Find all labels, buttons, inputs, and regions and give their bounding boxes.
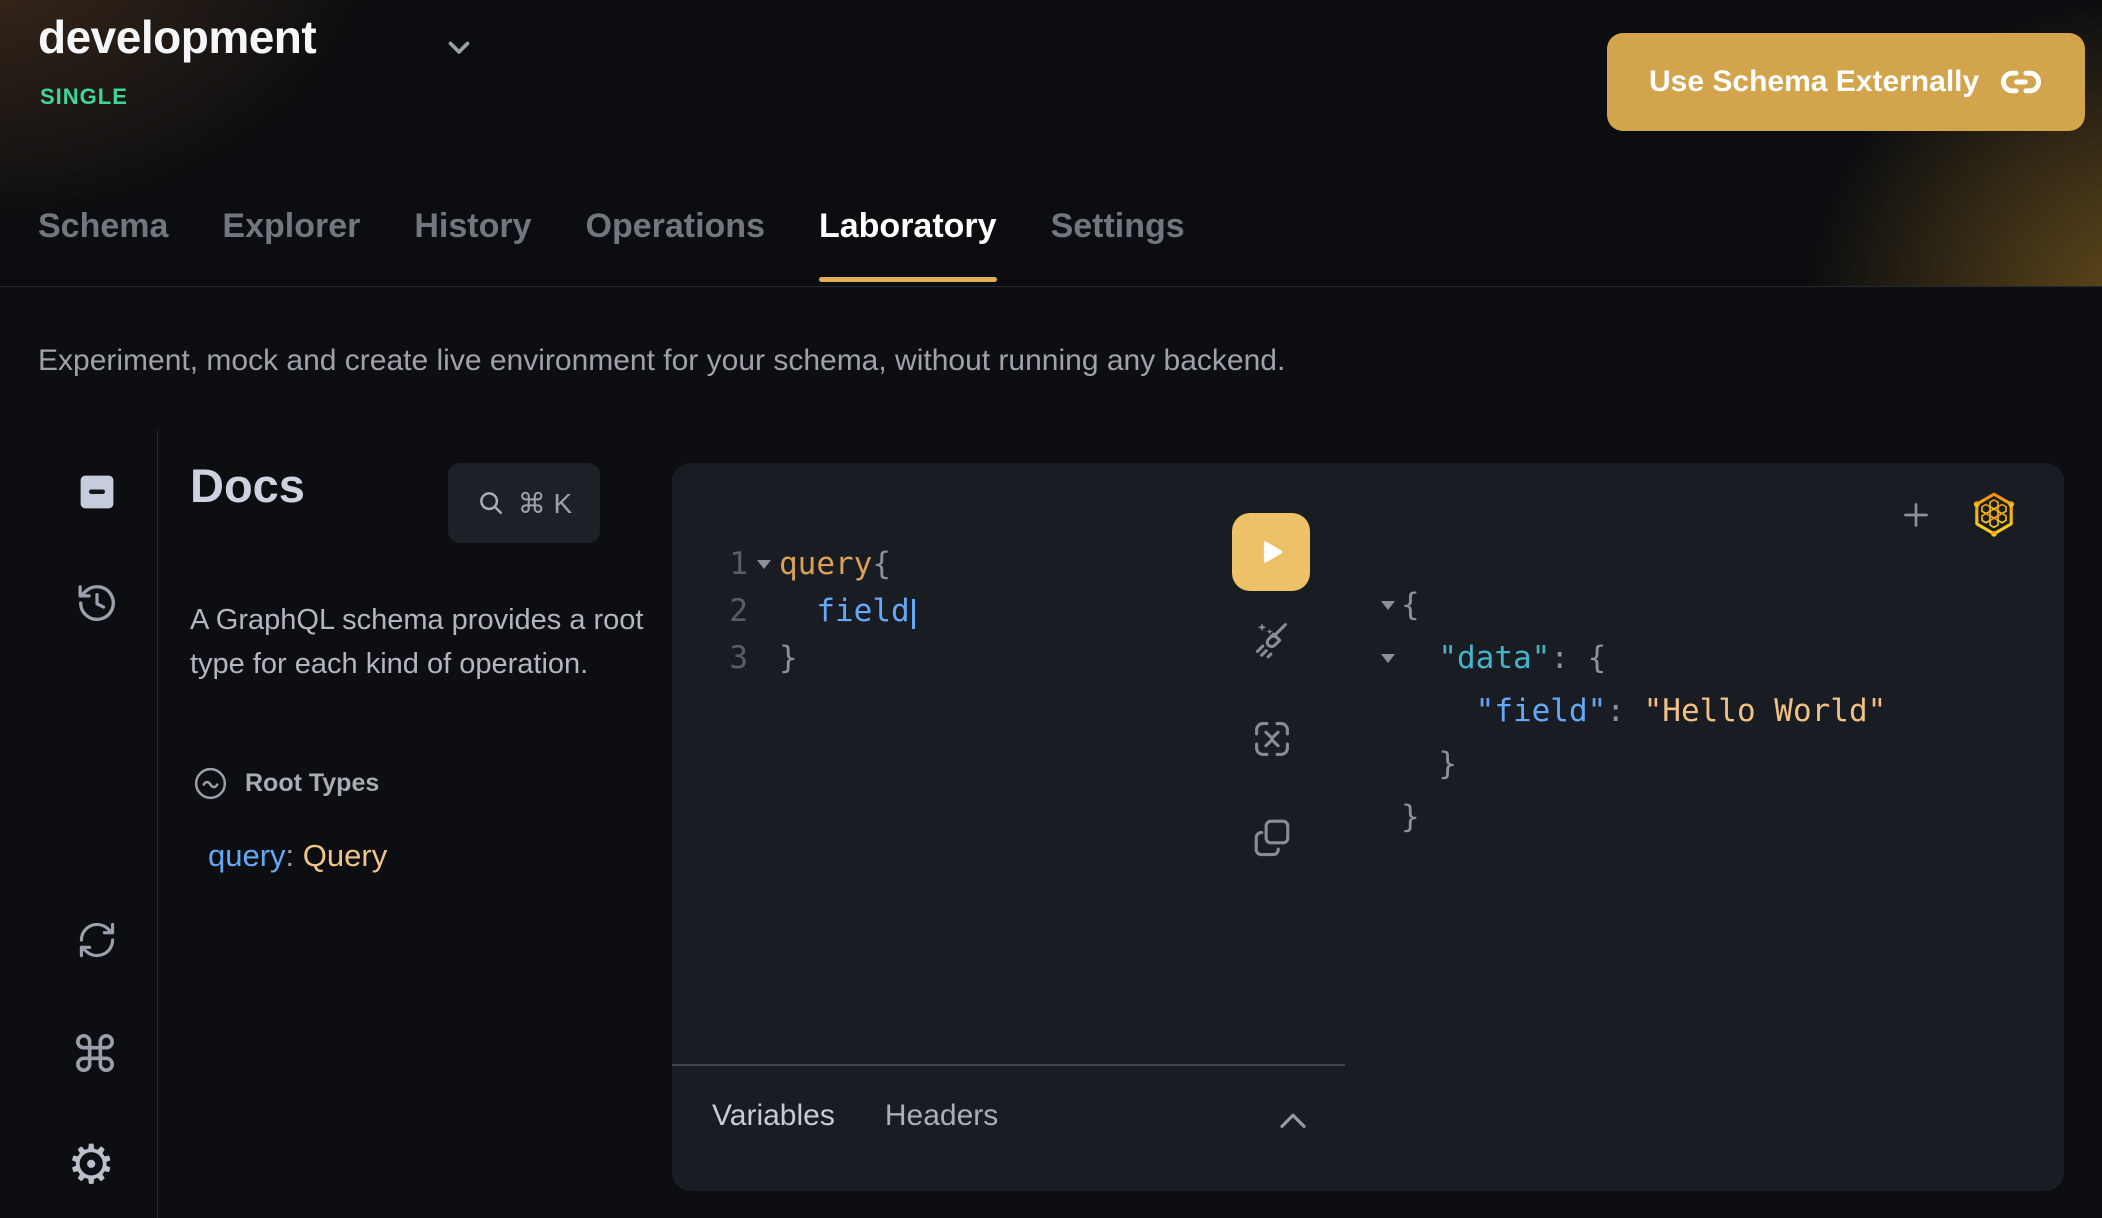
sidebar-divider	[157, 430, 158, 1218]
fold-column	[748, 635, 779, 682]
root-types-icon	[192, 765, 229, 802]
code-text: }	[779, 635, 798, 682]
code-token: {	[1588, 640, 1607, 676]
code-text: "field": "Hello World"	[1401, 685, 1886, 738]
code-token: }	[779, 640, 798, 676]
code-line: }	[1375, 791, 1886, 844]
fold-column	[748, 541, 779, 588]
code-text: {	[1401, 579, 1420, 632]
status-badge: SINGLE	[40, 84, 128, 110]
tab-label: Laboratory	[819, 207, 997, 246]
root-field-type: Query	[303, 838, 387, 873]
page-header: development SINGLE Use Schema Externally…	[0, 0, 2102, 287]
chevron-up-icon[interactable]	[1274, 1105, 1312, 1135]
use-schema-externally-label: Use Schema Externally	[1649, 65, 1979, 99]
line-number: 1	[672, 541, 748, 588]
docs-search-button[interactable]: ⌘ K	[448, 463, 600, 543]
code-text: "data": {	[1401, 632, 1606, 685]
code-text: }	[1401, 738, 1457, 791]
response-viewer: { "data": { "field": "Hello World" }}	[1375, 579, 1886, 844]
code-token: field	[779, 593, 910, 629]
use-schema-externally-button[interactable]: Use Schema Externally	[1607, 33, 2085, 131]
code-line: "field": "Hello World"	[1375, 685, 1886, 738]
prettify-icon[interactable]	[1249, 615, 1295, 661]
code-token: "field"	[1401, 693, 1606, 729]
nav-tabs: Schema Explorer History Operations Laborator…	[38, 192, 1185, 286]
code-text: }	[1401, 791, 1420, 844]
settings-icon[interactable]: ⚙	[67, 1138, 115, 1192]
add-tab-icon[interactable]	[1898, 497, 1934, 533]
root-type-query-link[interactable]: query: Query	[208, 838, 387, 874]
line-number: 2	[672, 588, 748, 635]
docs-title: Docs	[190, 458, 305, 513]
fold-column	[1375, 791, 1401, 844]
docs-description: A GraphQL schema provides a root type fo…	[190, 598, 660, 686]
tab-label: Operations	[586, 207, 765, 246]
text-cursor	[912, 599, 915, 629]
code-token: :	[1606, 693, 1643, 729]
variables-divider[interactable]	[672, 1064, 1345, 1066]
tab-laboratory[interactable]: Laboratory	[819, 192, 997, 286]
root-field-separator: :	[286, 838, 303, 873]
fold-column	[1375, 738, 1401, 791]
code-line: "data": {	[1375, 632, 1886, 685]
execute-button[interactable]	[1232, 513, 1310, 591]
code-token: query	[779, 546, 872, 582]
docs-icon[interactable]	[75, 472, 119, 512]
root-types-section: Root Types	[192, 765, 379, 802]
workspace-title: development	[38, 10, 316, 64]
code-line: 2 field	[672, 588, 915, 635]
code-token: "data"	[1401, 640, 1550, 676]
code-token: {	[872, 546, 891, 582]
code-line: 3}	[672, 635, 915, 682]
fold-arrow-icon[interactable]	[1381, 654, 1395, 663]
code-token: "Hello World"	[1644, 693, 1887, 729]
tab-variables[interactable]: Variables	[712, 1099, 835, 1133]
root-types-label: Root Types	[245, 769, 379, 798]
fold-column	[748, 588, 779, 635]
tab-headers[interactable]: Headers	[885, 1099, 998, 1133]
history-icon[interactable]	[74, 580, 120, 626]
fold-column	[1375, 632, 1401, 685]
copy-query-icon[interactable]	[1250, 815, 1294, 859]
line-number: 3	[672, 635, 748, 682]
code-token: :	[1550, 640, 1587, 676]
tab-explorer[interactable]: Explorer	[222, 192, 360, 286]
code-line: 1 query{	[672, 541, 915, 588]
page-subtitle: Experiment, mock and create live environ…	[38, 344, 1285, 378]
fold-column	[1375, 685, 1401, 738]
play-icon	[1254, 535, 1288, 569]
fold-arrow-icon[interactable]	[1381, 601, 1395, 610]
query-editor[interactable]: 1query{2 field3}	[672, 541, 915, 682]
code-token: }	[1401, 746, 1457, 782]
root-field-name: query	[208, 838, 286, 873]
tab-label: Schema	[38, 207, 168, 246]
search-shortcut-label: ⌘ K	[518, 487, 572, 520]
refetch-schema-icon[interactable]	[75, 918, 119, 962]
bottom-tabs: Variables Headers	[712, 1099, 998, 1133]
fold-column	[1375, 579, 1401, 632]
tab-settings[interactable]: Settings	[1051, 192, 1185, 286]
hive-logo[interactable]	[1969, 489, 2019, 539]
tab-label: Settings	[1051, 207, 1185, 246]
search-icon	[476, 488, 506, 518]
graphiql-panel: 1query{2 field3} { "data": {	[672, 463, 2064, 1191]
fold-arrow-icon[interactable]	[757, 560, 771, 569]
tab-label: History	[414, 207, 531, 246]
code-token: {	[1401, 587, 1420, 623]
keyboard-shortcuts-icon[interactable]: ⌘	[70, 1030, 120, 1080]
code-text: field	[779, 588, 915, 635]
tab-operations[interactable]: Operations	[586, 192, 765, 286]
merge-fragments-icon[interactable]	[1250, 717, 1294, 761]
tab-schema[interactable]: Schema	[38, 192, 168, 286]
code-line: {	[1375, 579, 1886, 632]
tab-history[interactable]: History	[414, 192, 531, 286]
code-token: }	[1401, 799, 1420, 835]
tab-label: Explorer	[222, 207, 360, 246]
code-line: }	[1375, 738, 1886, 791]
docs-panel: Docs ⌘ K A GraphQL schema provides a roo…	[190, 430, 660, 1218]
chevron-down-icon[interactable]	[442, 30, 476, 64]
code-text: query{	[779, 541, 891, 588]
link-icon	[1999, 60, 2043, 104]
